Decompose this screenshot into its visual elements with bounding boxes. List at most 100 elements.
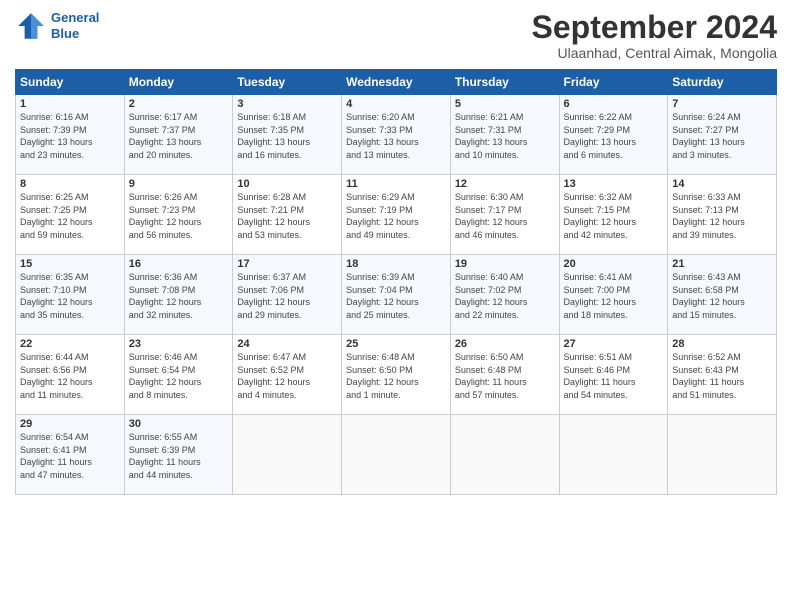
calendar-cell: 26Sunrise: 6:50 AM Sunset: 6:48 PM Dayli… xyxy=(450,335,559,415)
day-number: 3 xyxy=(237,98,337,110)
logo-text: General Blue xyxy=(51,10,99,41)
day-number: 27 xyxy=(564,338,664,350)
week-row-4: 22Sunrise: 6:44 AM Sunset: 6:56 PM Dayli… xyxy=(16,335,777,415)
calendar-cell: 15Sunrise: 6:35 AM Sunset: 7:10 PM Dayli… xyxy=(16,255,125,335)
day-info: Sunrise: 6:28 AM Sunset: 7:21 PM Dayligh… xyxy=(237,191,337,241)
day-number: 4 xyxy=(346,98,446,110)
day-info: Sunrise: 6:24 AM Sunset: 7:27 PM Dayligh… xyxy=(672,111,772,161)
day-number: 24 xyxy=(237,338,337,350)
calendar-cell xyxy=(668,415,777,495)
day-info: Sunrise: 6:22 AM Sunset: 7:29 PM Dayligh… xyxy=(564,111,664,161)
main-title: September 2024 xyxy=(532,10,777,45)
calendar-cell: 14Sunrise: 6:33 AM Sunset: 7:13 PM Dayli… xyxy=(668,175,777,255)
day-number: 10 xyxy=(237,178,337,190)
calendar-cell: 18Sunrise: 6:39 AM Sunset: 7:04 PM Dayli… xyxy=(342,255,451,335)
calendar-cell: 10Sunrise: 6:28 AM Sunset: 7:21 PM Dayli… xyxy=(233,175,342,255)
day-info: Sunrise: 6:54 AM Sunset: 6:41 PM Dayligh… xyxy=(20,431,120,481)
header: General Blue September 2024 Ulaanhad, Ce… xyxy=(15,10,777,61)
calendar-cell: 2Sunrise: 6:17 AM Sunset: 7:37 PM Daylig… xyxy=(124,95,233,175)
day-number: 19 xyxy=(455,258,555,270)
day-info: Sunrise: 6:40 AM Sunset: 7:02 PM Dayligh… xyxy=(455,271,555,321)
calendar-cell: 30Sunrise: 6:55 AM Sunset: 6:39 PM Dayli… xyxy=(124,415,233,495)
day-info: Sunrise: 6:25 AM Sunset: 7:25 PM Dayligh… xyxy=(20,191,120,241)
calendar-cell: 28Sunrise: 6:52 AM Sunset: 6:43 PM Dayli… xyxy=(668,335,777,415)
weekday-header-wednesday: Wednesday xyxy=(342,70,451,95)
calendar-cell: 22Sunrise: 6:44 AM Sunset: 6:56 PM Dayli… xyxy=(16,335,125,415)
calendar-cell xyxy=(342,415,451,495)
calendar-table: SundayMondayTuesdayWednesdayThursdayFrid… xyxy=(15,69,777,495)
calendar-cell: 13Sunrise: 6:32 AM Sunset: 7:15 PM Dayli… xyxy=(559,175,668,255)
day-number: 2 xyxy=(129,98,229,110)
calendar-cell xyxy=(559,415,668,495)
day-info: Sunrise: 6:41 AM Sunset: 7:00 PM Dayligh… xyxy=(564,271,664,321)
weekday-header-saturday: Saturday xyxy=(668,70,777,95)
day-info: Sunrise: 6:55 AM Sunset: 6:39 PM Dayligh… xyxy=(129,431,229,481)
day-number: 17 xyxy=(237,258,337,270)
weekday-header-monday: Monday xyxy=(124,70,233,95)
day-info: Sunrise: 6:46 AM Sunset: 6:54 PM Dayligh… xyxy=(129,351,229,401)
calendar-cell: 1Sunrise: 6:16 AM Sunset: 7:39 PM Daylig… xyxy=(16,95,125,175)
day-number: 23 xyxy=(129,338,229,350)
day-number: 1 xyxy=(20,98,120,110)
day-info: Sunrise: 6:51 AM Sunset: 6:46 PM Dayligh… xyxy=(564,351,664,401)
day-info: Sunrise: 6:18 AM Sunset: 7:35 PM Dayligh… xyxy=(237,111,337,161)
subtitle: Ulaanhad, Central Aimak, Mongolia xyxy=(532,45,777,61)
day-info: Sunrise: 6:21 AM Sunset: 7:31 PM Dayligh… xyxy=(455,111,555,161)
day-number: 7 xyxy=(672,98,772,110)
day-number: 16 xyxy=(129,258,229,270)
calendar-cell: 4Sunrise: 6:20 AM Sunset: 7:33 PM Daylig… xyxy=(342,95,451,175)
calendar-cell: 21Sunrise: 6:43 AM Sunset: 6:58 PM Dayli… xyxy=(668,255,777,335)
page: General Blue September 2024 Ulaanhad, Ce… xyxy=(0,0,792,612)
day-number: 15 xyxy=(20,258,120,270)
calendar-cell: 19Sunrise: 6:40 AM Sunset: 7:02 PM Dayli… xyxy=(450,255,559,335)
calendar-cell: 5Sunrise: 6:21 AM Sunset: 7:31 PM Daylig… xyxy=(450,95,559,175)
day-info: Sunrise: 6:32 AM Sunset: 7:15 PM Dayligh… xyxy=(564,191,664,241)
calendar-cell: 29Sunrise: 6:54 AM Sunset: 6:41 PM Dayli… xyxy=(16,415,125,495)
day-info: Sunrise: 6:33 AM Sunset: 7:13 PM Dayligh… xyxy=(672,191,772,241)
weekday-header-friday: Friday xyxy=(559,70,668,95)
day-info: Sunrise: 6:47 AM Sunset: 6:52 PM Dayligh… xyxy=(237,351,337,401)
day-info: Sunrise: 6:26 AM Sunset: 7:23 PM Dayligh… xyxy=(129,191,229,241)
calendar-cell xyxy=(233,415,342,495)
day-number: 14 xyxy=(672,178,772,190)
day-info: Sunrise: 6:16 AM Sunset: 7:39 PM Dayligh… xyxy=(20,111,120,161)
logo: General Blue xyxy=(15,10,99,42)
day-info: Sunrise: 6:17 AM Sunset: 7:37 PM Dayligh… xyxy=(129,111,229,161)
week-row-3: 15Sunrise: 6:35 AM Sunset: 7:10 PM Dayli… xyxy=(16,255,777,335)
calendar-cell: 23Sunrise: 6:46 AM Sunset: 6:54 PM Dayli… xyxy=(124,335,233,415)
day-number: 26 xyxy=(455,338,555,350)
day-number: 18 xyxy=(346,258,446,270)
day-number: 29 xyxy=(20,418,120,430)
calendar-cell: 27Sunrise: 6:51 AM Sunset: 6:46 PM Dayli… xyxy=(559,335,668,415)
week-row-2: 8Sunrise: 6:25 AM Sunset: 7:25 PM Daylig… xyxy=(16,175,777,255)
week-row-5: 29Sunrise: 6:54 AM Sunset: 6:41 PM Dayli… xyxy=(16,415,777,495)
day-number: 12 xyxy=(455,178,555,190)
day-number: 20 xyxy=(564,258,664,270)
day-number: 28 xyxy=(672,338,772,350)
day-info: Sunrise: 6:20 AM Sunset: 7:33 PM Dayligh… xyxy=(346,111,446,161)
day-info: Sunrise: 6:29 AM Sunset: 7:19 PM Dayligh… xyxy=(346,191,446,241)
week-row-1: 1Sunrise: 6:16 AM Sunset: 7:39 PM Daylig… xyxy=(16,95,777,175)
title-block: September 2024 Ulaanhad, Central Aimak, … xyxy=(532,10,777,61)
weekday-header-row: SundayMondayTuesdayWednesdayThursdayFrid… xyxy=(16,70,777,95)
calendar-cell: 12Sunrise: 6:30 AM Sunset: 7:17 PM Dayli… xyxy=(450,175,559,255)
calendar-cell: 9Sunrise: 6:26 AM Sunset: 7:23 PM Daylig… xyxy=(124,175,233,255)
weekday-header-thursday: Thursday xyxy=(450,70,559,95)
day-info: Sunrise: 6:36 AM Sunset: 7:08 PM Dayligh… xyxy=(129,271,229,321)
day-number: 13 xyxy=(564,178,664,190)
day-info: Sunrise: 6:48 AM Sunset: 6:50 PM Dayligh… xyxy=(346,351,446,401)
day-number: 22 xyxy=(20,338,120,350)
day-info: Sunrise: 6:30 AM Sunset: 7:17 PM Dayligh… xyxy=(455,191,555,241)
day-number: 11 xyxy=(346,178,446,190)
day-info: Sunrise: 6:44 AM Sunset: 6:56 PM Dayligh… xyxy=(20,351,120,401)
day-info: Sunrise: 6:43 AM Sunset: 6:58 PM Dayligh… xyxy=(672,271,772,321)
calendar-cell: 11Sunrise: 6:29 AM Sunset: 7:19 PM Dayli… xyxy=(342,175,451,255)
calendar-cell xyxy=(450,415,559,495)
calendar-cell: 6Sunrise: 6:22 AM Sunset: 7:29 PM Daylig… xyxy=(559,95,668,175)
logo-icon xyxy=(15,10,47,42)
calendar-cell: 24Sunrise: 6:47 AM Sunset: 6:52 PM Dayli… xyxy=(233,335,342,415)
calendar-cell: 17Sunrise: 6:37 AM Sunset: 7:06 PM Dayli… xyxy=(233,255,342,335)
day-number: 5 xyxy=(455,98,555,110)
calendar-cell: 25Sunrise: 6:48 AM Sunset: 6:50 PM Dayli… xyxy=(342,335,451,415)
day-number: 6 xyxy=(564,98,664,110)
